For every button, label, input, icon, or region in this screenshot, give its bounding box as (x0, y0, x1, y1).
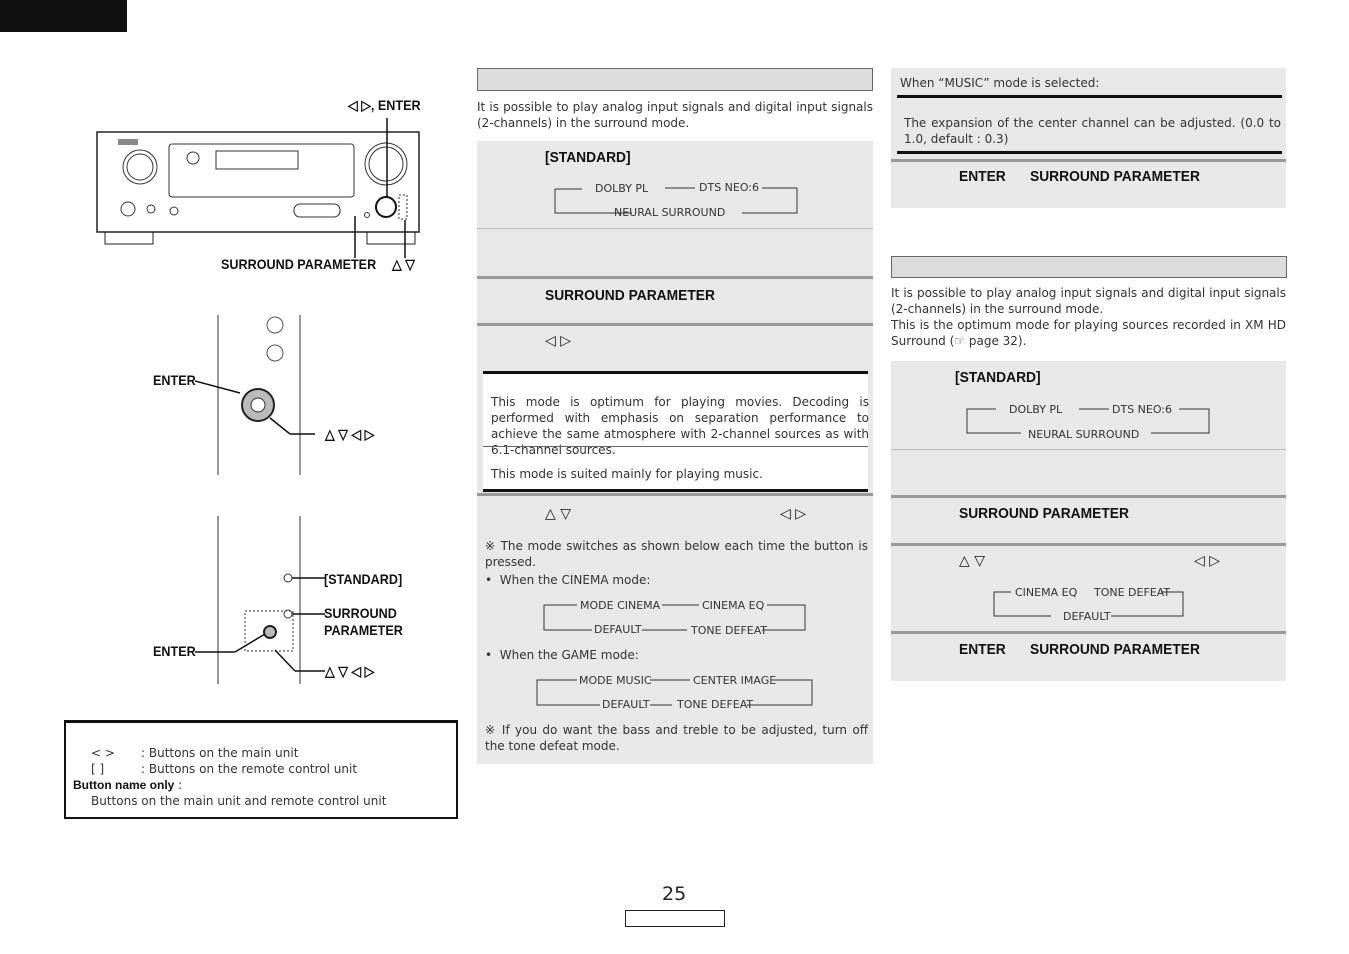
cinema-flow-arrows (543, 604, 806, 631)
flow-mode-cinema: MODE CINEMA (580, 599, 661, 612)
remote2-label-standard: [STANDARD] (324, 571, 403, 587)
footer-box (625, 910, 725, 927)
center-width-description: The expansion of the center channel can … (904, 116, 1281, 146)
standard-button: [STANDARD] (545, 149, 631, 166)
flow-tone-defeat: TONE DEFEAT (691, 624, 768, 637)
legend-remote-unit: : Buttons on the remote control unit (141, 762, 358, 776)
legend-key-main: < > (91, 746, 115, 760)
remote2-label-parameter: PARAMETER (324, 622, 403, 638)
note-mark-2: ※ (485, 723, 497, 737)
surround-parameter-button-right-2: SURROUND PARAMETER (959, 505, 1129, 522)
surround-parameter-button-right-3: SURROUND PARAMETER (1030, 641, 1200, 658)
flow-dts-neo6-right: DTS NEO:6 (1112, 403, 1173, 416)
legend-main-unit: : Buttons on the main unit (141, 746, 299, 760)
surround-parameter-button: SURROUND PARAMETER (545, 287, 715, 304)
legend-key-name-only: Button name only (73, 778, 175, 792)
music-mode-selected-label: When “MUSIC” mode is selected: (900, 76, 1100, 90)
left-right-arrows-icon-2: ◁ ▷ (780, 506, 806, 522)
left-right-arrows-icon: ◁ ▷ (545, 333, 571, 349)
left-right-arrows-icon-right: ◁ ▷ (1194, 553, 1220, 569)
middle-steps-box: [STANDARD] DOLBY PL DTS NEO:6 NEURAL SUR… (477, 141, 873, 764)
middle-intro: It is possible to play analog input sign… (477, 100, 873, 130)
button-legend-box: < > : Buttons on the main unit [ ] : But… (64, 720, 458, 819)
legend-colon: : (174, 778, 183, 792)
flow-dolby-pl-right: DOLBY PL (1009, 403, 1063, 416)
receiver-front-panel-illustration (96, 118, 420, 258)
note-mark: ※ (485, 539, 496, 553)
remote-control-illustration-top (195, 315, 315, 475)
enter-button-right: ENTER (959, 641, 1006, 658)
flow-default-right: DEFAULT (1063, 610, 1111, 623)
note-tone-defeat: If you do want the bass and treble to be… (485, 723, 868, 753)
note-mode-switch: The mode switches as shown below each ti… (485, 539, 868, 569)
receiver-label-enter: ◁ ▷, ENTER (348, 97, 421, 113)
cinema-mode-label: When the CINEMA mode: (499, 573, 651, 587)
up-down-arrows-icon-right: △ ▽ (959, 553, 985, 569)
bullet: • (485, 573, 493, 587)
flow-mode-music: MODE MUSIC (579, 674, 652, 687)
standard-button-right: [STANDARD] (955, 369, 1041, 386)
remote1-label-arrows: △ ▽ ◁ ▷ (325, 426, 375, 442)
page-number: 25 (662, 883, 687, 905)
flow-neural-surround-right: NEURAL SURROUND (1028, 428, 1140, 441)
up-down-arrows-icon: △ ▽ (545, 506, 571, 522)
remote2-label-arrows: △ ▽ ◁ ▷ (325, 663, 375, 679)
music-mode-description: This mode is suited mainly for playing m… (491, 467, 763, 481)
flow-neural-surround: NEURAL SURROUND (614, 206, 726, 219)
flow-tone-defeat-2: TONE DEFEAT (677, 698, 754, 711)
music-mode-box: When “MUSIC” mode is selected: The expan… (891, 68, 1286, 208)
language-tab (0, 0, 127, 32)
right-steps-box: [STANDARD] DOLBY PL DTS NEO:6 NEURAL SUR… (891, 361, 1286, 681)
flow-tone-defeat-right: TONE DEFEAT (1094, 586, 1171, 599)
manual-page: ◁ ▷, ENTER SURROUND PARAMETER △ ▽ ENTER … (0, 0, 1349, 954)
flow-dts-neo6: DTS NEO:6 (699, 181, 760, 194)
legend-key-remote: [ ] (91, 762, 105, 776)
flow-cinema-eq-right: CINEMA EQ (1015, 586, 1078, 599)
receiver-label-up-down: △ ▽ (392, 256, 415, 272)
remote-control-illustration-bottom (195, 516, 325, 684)
receiver-label-surround-parameter: SURROUND PARAMETER (221, 256, 377, 272)
mode-descriptions: This mode is optimum for playing movies.… (483, 371, 869, 492)
flow-dolby-pl: DOLBY PL (595, 182, 649, 195)
surround-parameter-button-right: SURROUND PARAMETER (1030, 168, 1200, 185)
bullet: • (485, 648, 493, 662)
cinema-mode-description: This mode is optimum for playing movies.… (491, 395, 869, 457)
legend-both-units: Buttons on the main unit and remote cont… (91, 794, 387, 808)
right-intro-xm: This is the optimum mode for playing sou… (891, 318, 1286, 348)
remote2-label-enter: ENTER (153, 643, 196, 659)
game-mode-label: When the GAME mode: (499, 648, 639, 662)
right-intro: It is possible to play analog input sign… (891, 285, 1286, 349)
remote1-label-enter: ENTER (153, 372, 196, 388)
flow-default: DEFAULT (594, 623, 642, 636)
section-header-bar-2 (891, 256, 1287, 278)
flow-center-image: CENTER IMAGE (693, 674, 777, 687)
flow-default-2: DEFAULT (602, 698, 650, 711)
section-header-bar (477, 68, 873, 91)
remote2-label-surround: SURROUND (324, 605, 397, 621)
right-intro-text: It is possible to play analog input sign… (891, 286, 1286, 316)
enter-button: ENTER (959, 168, 1006, 185)
flow-cinema-eq: CINEMA EQ (702, 599, 765, 612)
